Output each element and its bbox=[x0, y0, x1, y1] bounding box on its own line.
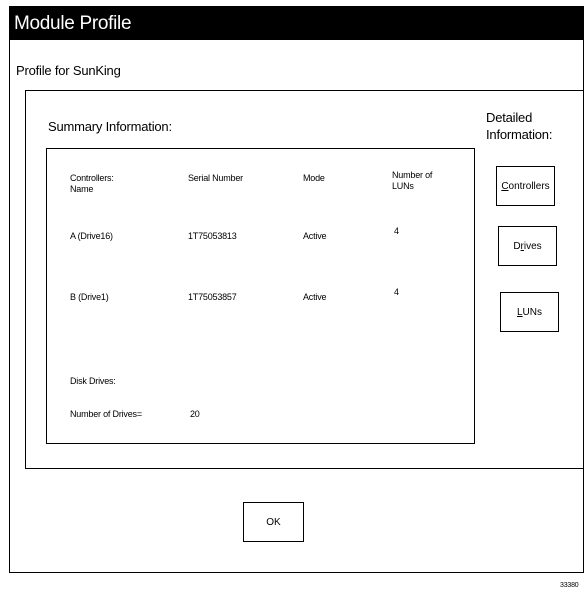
row-b-number-of-luns: 4 bbox=[394, 287, 399, 297]
column-header-name-line2: Name bbox=[70, 184, 94, 194]
window-title: Module Profile bbox=[10, 7, 583, 40]
controllers-button-label: ontrollers bbox=[508, 180, 550, 192]
number-of-drives-value: 20 bbox=[190, 409, 200, 419]
row-b-serial-number: 1T75053857 bbox=[188, 292, 237, 302]
row-b-controller-name: B (Drive1) bbox=[70, 292, 109, 302]
drives-button-label-end: ives bbox=[523, 240, 542, 252]
detailed-heading-line2: Information: bbox=[486, 127, 553, 142]
drives-button[interactable]: Dr ives bbox=[498, 226, 557, 266]
row-a-controller-name: A (Drive16) bbox=[70, 231, 113, 241]
column-header-name-line1: Controllers: bbox=[70, 173, 114, 183]
controllers-button-mnemonic: C bbox=[501, 180, 509, 192]
summary-panel: Controllers: Name Serial Number Mode Num… bbox=[46, 148, 475, 444]
row-a-number-of-luns: 4 bbox=[394, 226, 399, 236]
number-of-drives-label: Number of Drives= bbox=[70, 409, 142, 419]
column-header-serial-number: Serial Number bbox=[188, 173, 243, 183]
detailed-heading-line1: Detailed bbox=[486, 110, 533, 125]
figure-number: 33380 bbox=[560, 582, 579, 589]
column-header-number-of-luns: Number of LUNs bbox=[392, 170, 432, 192]
row-a-mode: Active bbox=[303, 231, 327, 241]
summary-heading: Summary Information: bbox=[48, 119, 172, 134]
disk-drives-label: Disk Drives: bbox=[70, 376, 116, 386]
detailed-information-heading: Detailed Information: bbox=[486, 109, 552, 143]
luns-button[interactable]: L UNs bbox=[500, 292, 559, 332]
column-header-luns-line1: Number of bbox=[392, 170, 433, 180]
luns-button-label: UNs bbox=[522, 306, 542, 318]
column-header-luns-line2: LUNs bbox=[392, 181, 414, 191]
drives-button-label-start: D bbox=[513, 240, 521, 252]
column-header-mode: Mode bbox=[303, 173, 325, 183]
row-a-serial-number: 1T75053813 bbox=[188, 231, 237, 241]
ok-button[interactable]: OK bbox=[243, 502, 304, 542]
controllers-button[interactable]: Controllers bbox=[496, 166, 555, 206]
row-b-mode: Active bbox=[303, 292, 327, 302]
profile-heading: Profile for SunKing bbox=[16, 63, 121, 78]
column-header-controller-name: Controllers: Name bbox=[70, 173, 114, 195]
